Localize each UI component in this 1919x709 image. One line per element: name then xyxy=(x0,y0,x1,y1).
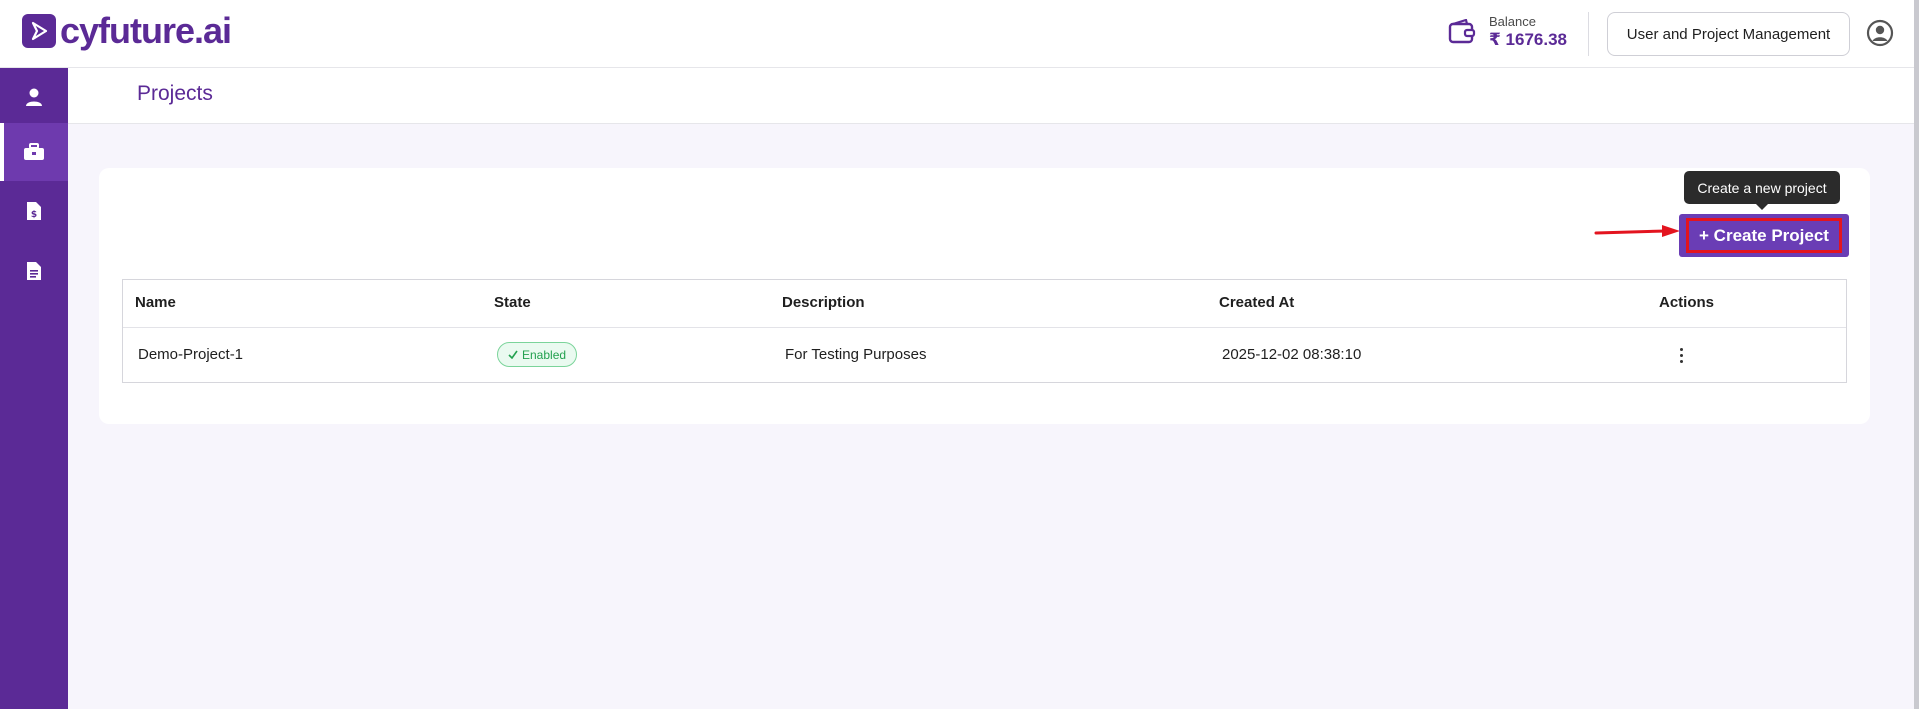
sidebar-item-projects[interactable] xyxy=(0,123,68,181)
create-project-button[interactable]: + Create Project xyxy=(1686,218,1842,253)
sidebar-item-documents[interactable] xyxy=(0,242,68,300)
projects-card: Create a new project + Create Project Na… xyxy=(99,168,1870,424)
column-header-created-at: Created At xyxy=(1219,294,1295,311)
briefcase-icon xyxy=(24,143,44,160)
column-header-actions: Actions xyxy=(1659,294,1715,311)
create-project-tooltip: Create a new project xyxy=(1684,171,1840,210)
page-title: Projects xyxy=(137,82,213,105)
sidebar: $ xyxy=(0,68,68,709)
status-badge-label: Enabled xyxy=(522,347,567,362)
check-icon xyxy=(508,348,518,362)
table-header: Name State Description Created At Action… xyxy=(123,280,1846,328)
header-divider xyxy=(1588,12,1589,56)
projects-table: Name State Description Created At Action… xyxy=(122,279,1847,383)
logo-text: cyfuture.ai xyxy=(60,10,232,51)
sidebar-item-user[interactable] xyxy=(0,68,68,126)
user-project-management-button[interactable]: User and Project Management xyxy=(1607,12,1850,56)
document-icon xyxy=(27,262,41,280)
project-description: For Testing Purposes xyxy=(785,346,927,363)
status-badge: Enabled xyxy=(497,342,578,367)
balance-label: Balance xyxy=(1489,14,1536,29)
top-header: cyfuture.ai Balance ₹ 1676.38 User and P… xyxy=(0,0,1914,68)
column-header-state: State xyxy=(494,294,531,311)
balance-widget: Balance ₹ 1676.38 xyxy=(1447,14,1567,50)
sidebar-item-billing[interactable]: $ xyxy=(0,182,68,240)
billing-document-icon: $ xyxy=(27,202,41,220)
user-icon xyxy=(26,88,42,106)
logo[interactable]: cyfuture.ai xyxy=(22,10,232,51)
svg-text:$: $ xyxy=(31,210,37,220)
project-created-at: 2025-12-02 08:38:10 xyxy=(1222,346,1362,363)
page-header: Projects xyxy=(68,68,1914,124)
logo-icon xyxy=(22,14,56,48)
row-actions-menu-icon[interactable] xyxy=(1673,342,1689,368)
create-project-button-wrapper: + Create Project xyxy=(1679,214,1849,257)
table-row[interactable]: Demo-Project-1 Enabled For Testing Purpo… xyxy=(123,328,1846,383)
balance-value: ₹ 1676.38 xyxy=(1489,30,1568,49)
column-header-name: Name xyxy=(135,294,176,311)
main-content: Create a new project + Create Project Na… xyxy=(68,124,1914,709)
wallet-icon xyxy=(1447,17,1477,47)
annotation-arrow-icon xyxy=(1594,225,1680,237)
column-header-description: Description xyxy=(782,294,865,311)
project-name: Demo-Project-1 xyxy=(138,346,244,363)
page-scrollbar[interactable] xyxy=(1914,0,1919,709)
account-avatar-icon[interactable] xyxy=(1866,19,1894,47)
